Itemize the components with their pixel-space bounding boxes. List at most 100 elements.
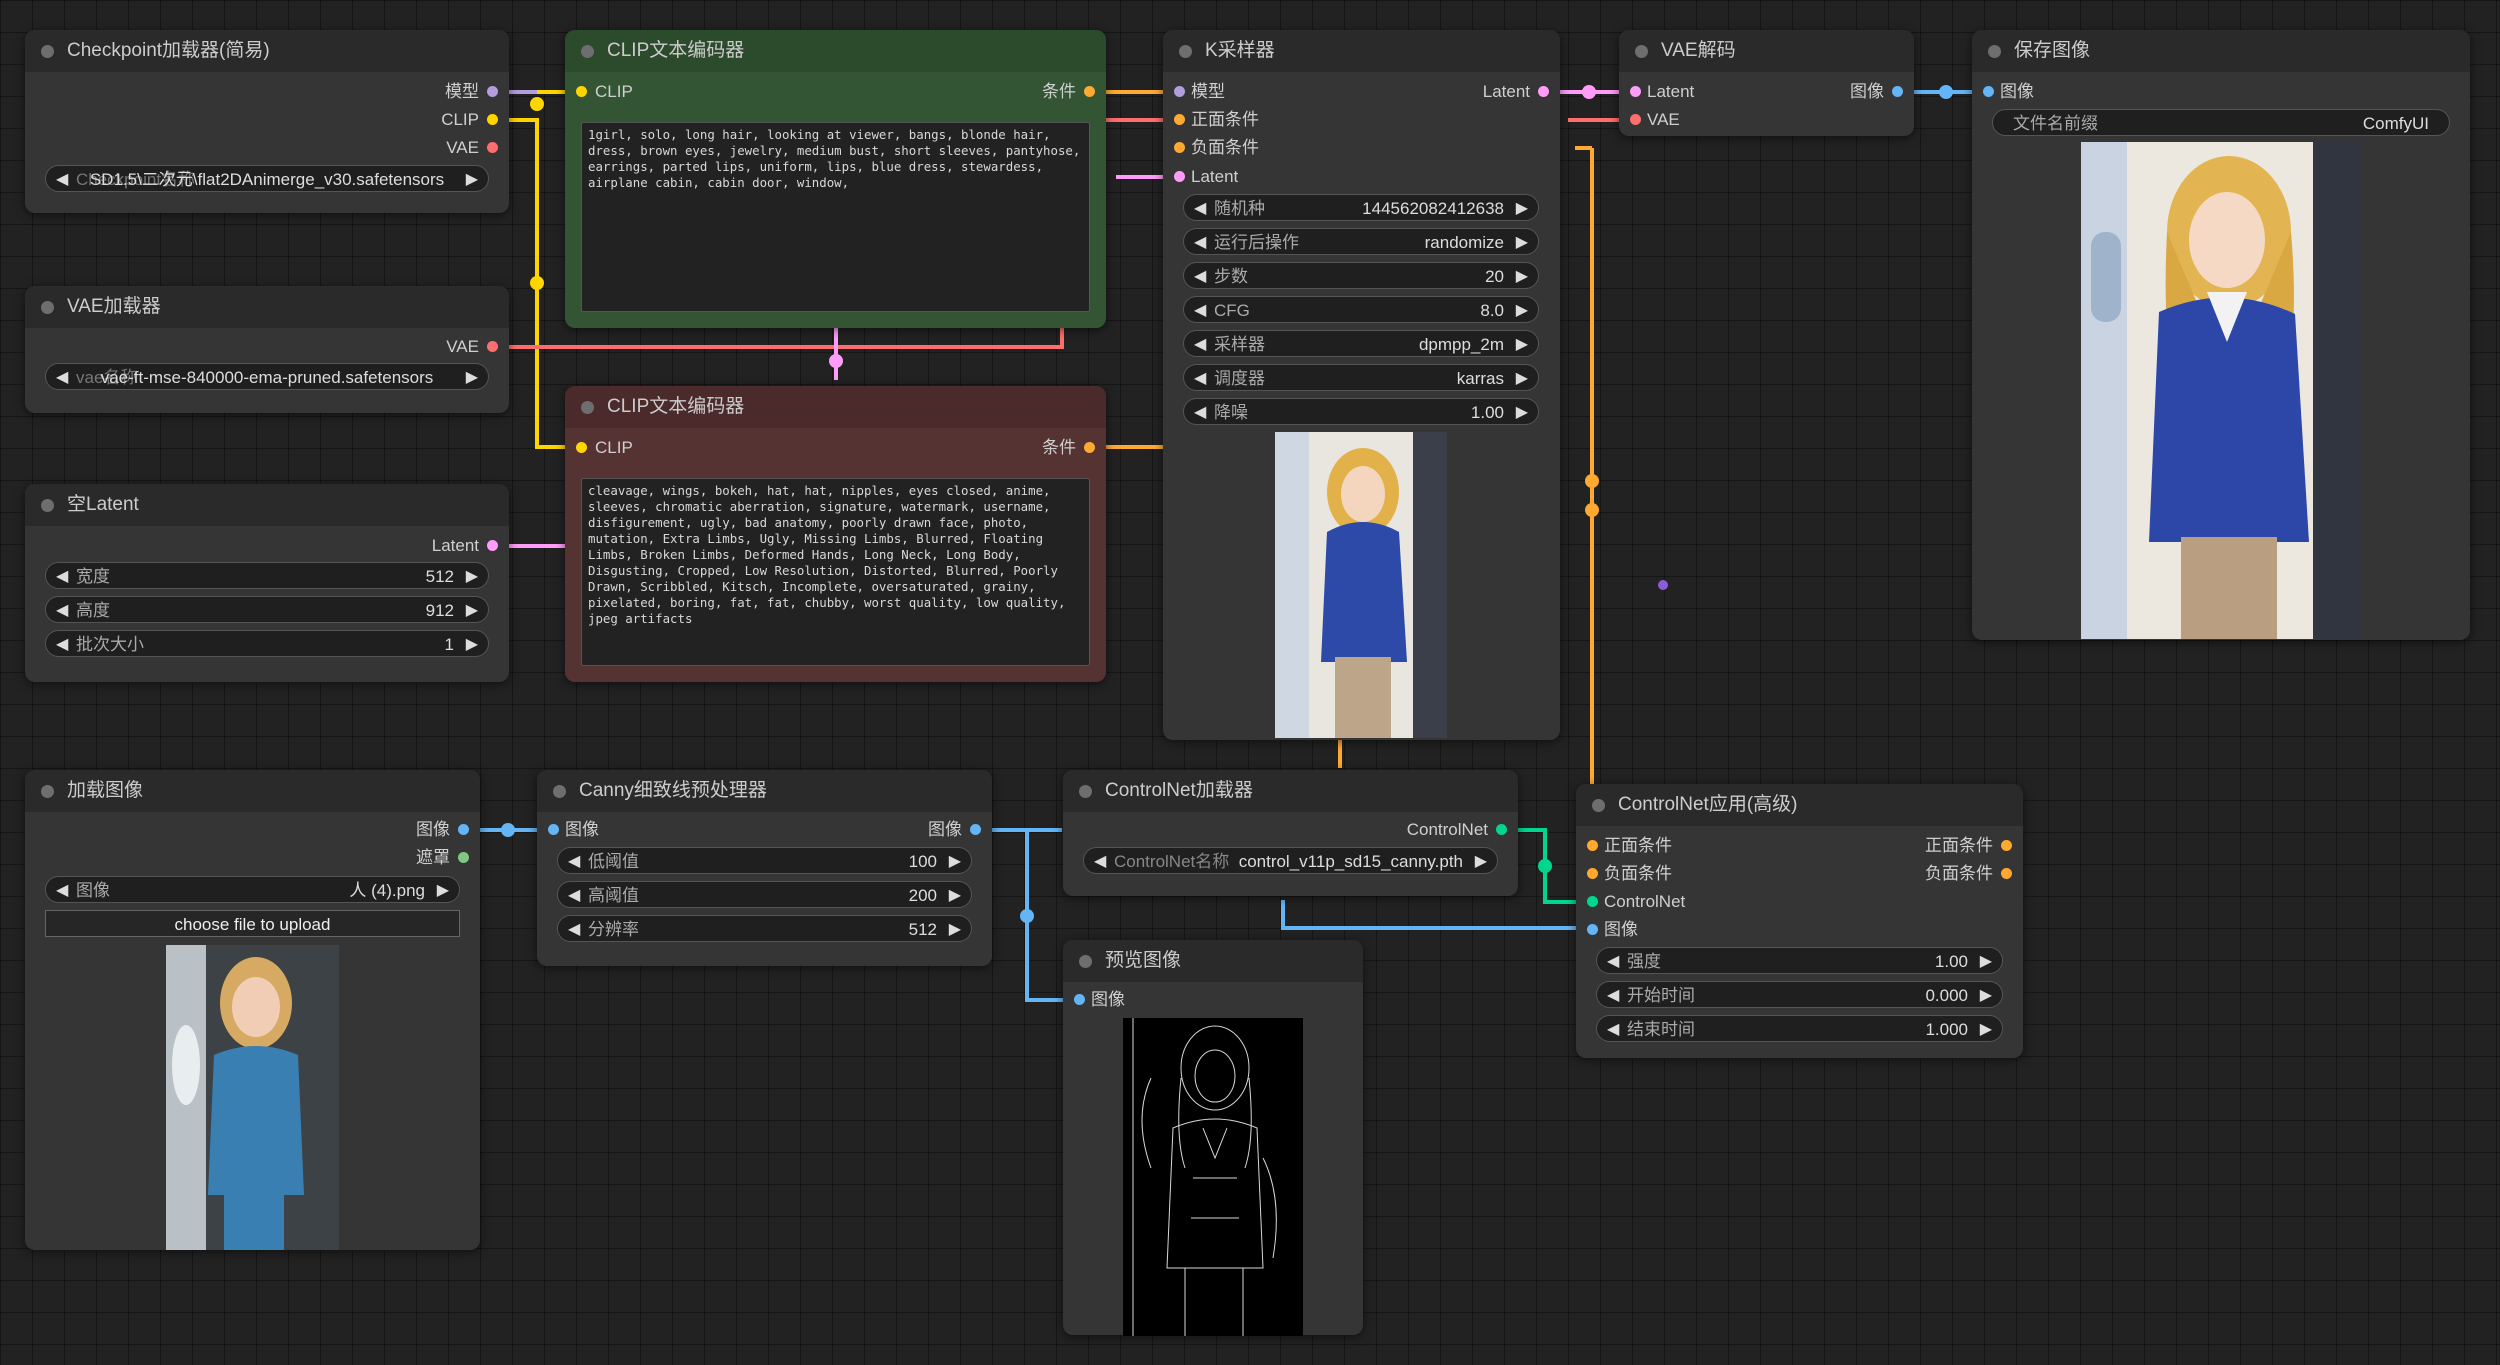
increment-arrow-icon[interactable]: ▶ bbox=[1980, 982, 1992, 1009]
slot-dot[interactable] bbox=[1174, 171, 1185, 182]
decrement-arrow-icon[interactable]: ◀ bbox=[568, 882, 580, 909]
slot-dot[interactable] bbox=[458, 852, 469, 863]
collapse-dot[interactable] bbox=[581, 45, 594, 58]
increment-arrow-icon[interactable]: ▶ bbox=[1516, 331, 1528, 358]
reroute-dot[interactable] bbox=[530, 97, 544, 111]
reroute-dot[interactable] bbox=[1020, 909, 1034, 923]
reroute-dot[interactable] bbox=[1538, 859, 1552, 873]
input-clip[interactable]: CLIP bbox=[576, 436, 715, 460]
sampler-combo[interactable]: ◀ 采样器 dpmpp_2m ▶ bbox=[1183, 330, 1539, 357]
controlnet-name-combo[interactable]: ◀ ControlNet名称 control_v11p_sd15_canny.pth… bbox=[1083, 847, 1498, 874]
reroute-dot[interactable] bbox=[501, 823, 515, 837]
slot-dot[interactable] bbox=[1587, 896, 1598, 907]
input-image[interactable]: 图像 bbox=[1587, 918, 1764, 942]
node-title-bar[interactable]: VAE解码 bbox=[1619, 30, 1914, 72]
decrement-arrow-icon[interactable]: ◀ bbox=[1194, 365, 1206, 392]
node-clip-negative[interactable]: CLIP文本编码器 CLIP 条件 cleavage, wings, bokeh… bbox=[565, 386, 1106, 682]
node-title-bar[interactable]: VAE加载器 bbox=[25, 286, 509, 328]
increment-arrow-icon[interactable]: ▶ bbox=[1516, 365, 1528, 392]
prompt-textarea[interactable]: cleavage, wings, bokeh, hat, hat, nipple… bbox=[581, 478, 1090, 666]
collapse-dot[interactable] bbox=[41, 499, 54, 512]
output-image[interactable]: 图像 bbox=[1764, 80, 1903, 104]
node-empty-latent[interactable]: 空Latent Latent ◀ 宽度 512 ▶ ◀ 高度 912 ▶ ◀ 批次大小 1 ▶ bbox=[25, 484, 509, 682]
resolution-widget[interactable]: ◀ 分辨率 512 ▶ bbox=[557, 915, 972, 942]
decrement-arrow-icon[interactable]: ◀ bbox=[1194, 399, 1206, 426]
node-vae-decode[interactable]: VAE解码 Latent VAE 图像 bbox=[1619, 30, 1914, 136]
increment-arrow-icon[interactable]: ▶ bbox=[466, 563, 478, 590]
decrement-arrow-icon[interactable]: ◀ bbox=[1194, 195, 1206, 222]
end-percent-widget[interactable]: ◀ 结束时间 1.000 ▶ bbox=[1596, 1015, 2003, 1042]
increment-arrow-icon[interactable]: ▶ bbox=[1475, 848, 1487, 875]
increment-arrow-icon[interactable]: ▶ bbox=[466, 631, 478, 658]
increment-arrow-icon[interactable]: ▶ bbox=[466, 364, 478, 391]
input-image[interactable]: 图像 bbox=[1983, 80, 2120, 104]
collapse-dot[interactable] bbox=[1079, 955, 1092, 968]
slot-dot[interactable] bbox=[548, 824, 559, 835]
node-title-bar[interactable]: Canny细致线预处理器 bbox=[537, 770, 992, 812]
slot-dot[interactable] bbox=[1174, 114, 1185, 125]
reroute-dot[interactable] bbox=[1939, 85, 1953, 99]
slot-dot[interactable] bbox=[487, 540, 498, 551]
seed-widget[interactable]: ◀ 随机种 144562082412638 ▶ bbox=[1183, 194, 1539, 221]
slot-dot[interactable] bbox=[1587, 840, 1598, 851]
input-image[interactable]: 图像 bbox=[1074, 988, 1211, 1012]
input-latent[interactable]: Latent bbox=[1174, 165, 1351, 189]
collapse-dot[interactable] bbox=[1635, 45, 1648, 58]
decrement-arrow-icon[interactable]: ◀ bbox=[568, 916, 580, 943]
node-load-image[interactable]: 加载图像 图像 遮罩 ◀ 图像人 (4).png ▶ choose file to … bbox=[25, 770, 480, 1250]
node-title-bar[interactable]: ControlNet应用(高级) bbox=[1576, 784, 2023, 826]
slot-dot[interactable] bbox=[487, 86, 498, 97]
low-threshold-widget[interactable]: ◀ 低阈值 100 ▶ bbox=[557, 847, 972, 874]
node-save-image[interactable]: 保存图像 图像 文件名前缀 ComfyUI bbox=[1972, 30, 2470, 640]
input-model[interactable]: 模型 bbox=[1174, 80, 1351, 104]
node-title-bar[interactable]: Checkpoint加载器(简易) bbox=[25, 30, 509, 72]
reroute-dot[interactable] bbox=[1582, 85, 1596, 99]
width-slider[interactable]: ◀ 宽度 512 ▶ bbox=[45, 562, 489, 589]
strength-widget[interactable]: ◀ 强度 1.00 ▶ bbox=[1596, 947, 2003, 974]
filename-prefix-field[interactable]: 文件名前缀 ComfyUI bbox=[1992, 109, 2450, 136]
input-positive[interactable]: 正面条件 bbox=[1587, 834, 1764, 858]
collapse-dot[interactable] bbox=[41, 301, 54, 314]
height-slider[interactable]: ◀ 高度 912 ▶ bbox=[45, 596, 489, 623]
node-preview-image[interactable]: 预览图像 图像 bbox=[1063, 940, 1363, 1336]
reroute-dot[interactable] bbox=[1585, 474, 1599, 488]
node-clip-positive[interactable]: CLIP文本编码器 CLIP 条件 1girl, solo, long hair… bbox=[565, 30, 1106, 328]
cfg-widget[interactable]: ◀ CFG 8.0 ▶ bbox=[1183, 296, 1539, 323]
decrement-arrow-icon[interactable]: ◀ bbox=[1194, 331, 1206, 358]
collapse-dot[interactable] bbox=[41, 45, 54, 58]
node-title-bar[interactable]: 预览图像 bbox=[1063, 940, 1363, 982]
slot-dot[interactable] bbox=[487, 114, 498, 125]
input-image[interactable]: 图像 bbox=[548, 818, 685, 842]
decrement-arrow-icon[interactable]: ◀ bbox=[1607, 982, 1619, 1009]
increment-arrow-icon[interactable]: ▶ bbox=[1980, 1016, 1992, 1043]
increment-arrow-icon[interactable]: ▶ bbox=[437, 877, 449, 904]
batch-size-slider[interactable]: ◀ 批次大小 1 ▶ bbox=[45, 630, 489, 657]
slot-dot[interactable] bbox=[1084, 442, 1095, 453]
slot-dot[interactable] bbox=[1630, 114, 1641, 125]
node-controlnet-loader[interactable]: ControlNet加载器 ControlNet ◀ ControlNet名称 co… bbox=[1063, 770, 1518, 896]
slot-dot[interactable] bbox=[1587, 924, 1598, 935]
reroute-dot[interactable] bbox=[1585, 503, 1599, 517]
increment-arrow-icon[interactable]: ▶ bbox=[466, 597, 478, 624]
output-controlnet[interactable]: ControlNet bbox=[1328, 818, 1507, 842]
slot-dot[interactable] bbox=[1983, 86, 1994, 97]
denoise-widget[interactable]: ◀ 降噪 1.00 ▶ bbox=[1183, 398, 1539, 425]
slot-dot[interactable] bbox=[487, 341, 498, 352]
steps-widget[interactable]: ◀ 步数 20 ▶ bbox=[1183, 262, 1539, 289]
slot-dot[interactable] bbox=[576, 86, 587, 97]
scheduler-combo[interactable]: ◀ 调度器 karras ▶ bbox=[1183, 364, 1539, 391]
output-image[interactable]: 图像 bbox=[330, 818, 469, 842]
node-vae-loader[interactable]: VAE加载器 VAE ◀ vae名称 vae-ft-mse-840000-ema… bbox=[25, 286, 509, 413]
slot-dot[interactable] bbox=[458, 824, 469, 835]
input-negative[interactable]: 负面条件 bbox=[1174, 136, 1351, 160]
output-image[interactable]: 图像 bbox=[842, 818, 981, 842]
slot-dot[interactable] bbox=[576, 442, 587, 453]
decrement-arrow-icon[interactable]: ◀ bbox=[56, 631, 68, 658]
input-positive[interactable]: 正面条件 bbox=[1174, 108, 1351, 132]
input-clip[interactable]: CLIP bbox=[576, 80, 715, 104]
collapse-dot[interactable] bbox=[553, 785, 566, 798]
output-latent[interactable]: Latent bbox=[1410, 80, 1549, 104]
increment-arrow-icon[interactable]: ▶ bbox=[1980, 948, 1992, 975]
decrement-arrow-icon[interactable]: ◀ bbox=[1194, 263, 1206, 290]
slot-dot[interactable] bbox=[1174, 86, 1185, 97]
